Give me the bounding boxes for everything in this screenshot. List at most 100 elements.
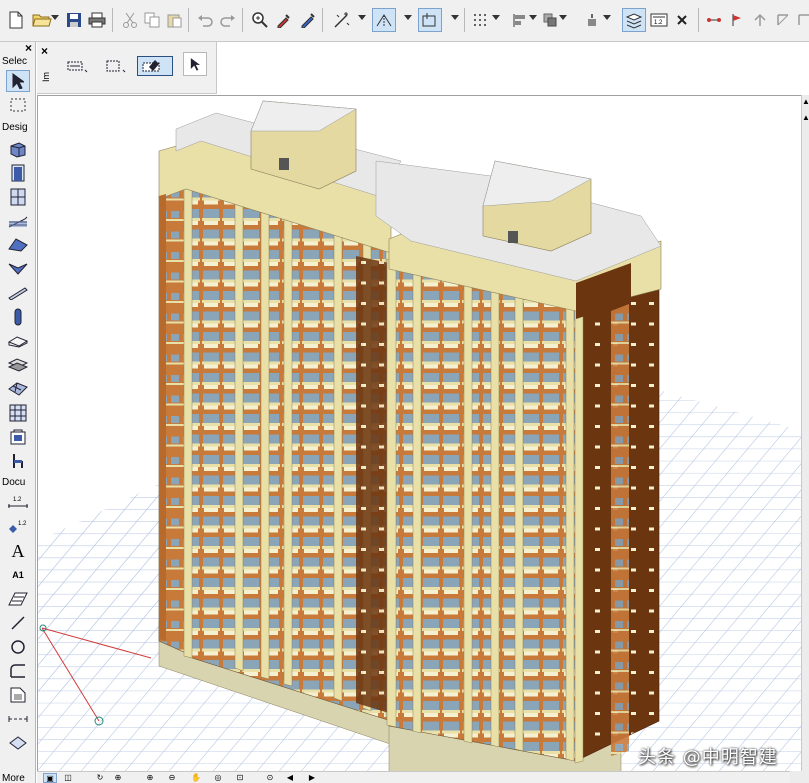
- magic-wand-dropdown-arrow[interactable]: [358, 15, 366, 20]
- grid-snap-icon[interactable]: [468, 8, 492, 32]
- marquee-tool-icon[interactable]: [6, 94, 30, 116]
- perspective-icon[interactable]: ◫: [61, 773, 75, 783]
- 3d-view-mode-icon[interactable]: ▣: [43, 773, 57, 783]
- save-icon[interactable]: [62, 8, 86, 32]
- object-tool-icon[interactable]: [6, 426, 30, 448]
- main-toolbar: 1.2: [0, 0, 809, 42]
- slab-tool-icon[interactable]: [6, 330, 30, 352]
- hotspot-tool-icon[interactable]: [6, 732, 30, 754]
- next-view-icon[interactable]: ▶: [305, 773, 319, 783]
- previous-view-icon[interactable]: ◀: [283, 773, 297, 783]
- label-tool-glyph: A1: [12, 570, 24, 580]
- zone-tool-icon[interactable]: [6, 354, 30, 376]
- label-tool-icon[interactable]: A1: [6, 564, 30, 586]
- view-navigation-bar: ▣ ◫ ↻ ⊕ ⊕ ⊖ ✋ ◎ ⊡ ⊙ ◀ ▶: [37, 771, 809, 783]
- arrow-pointer-icon[interactable]: [183, 52, 207, 76]
- print-icon[interactable]: [85, 8, 109, 32]
- horizontal-scroll-corner: [790, 771, 809, 783]
- layer-combination-icon[interactable]: [622, 8, 646, 32]
- detail-icon[interactable]: [792, 8, 809, 32]
- zoom-in-icon[interactable]: ⊕: [111, 773, 125, 783]
- beam-tool-icon[interactable]: [6, 282, 30, 304]
- dimension-tool-icon[interactable]: 1.2: [6, 492, 30, 514]
- dimension-standard-icon[interactable]: 1.2: [647, 8, 671, 32]
- scroll-up-icon[interactable]: ▲: [802, 97, 809, 107]
- zoom-window-icon[interactable]: ⊡: [233, 773, 247, 783]
- 3d-viewport[interactable]: [37, 95, 801, 775]
- polyline-tool-icon[interactable]: [6, 660, 30, 682]
- door-tool-icon[interactable]: [6, 162, 30, 184]
- mesh-tool-icon[interactable]: [6, 378, 30, 400]
- pan-icon[interactable]: ✋: [189, 773, 203, 783]
- trace-reference-icon[interactable]: [418, 8, 442, 32]
- info-box-panel: ×: [37, 42, 217, 94]
- distribute-dropdown-arrow[interactable]: [559, 15, 567, 20]
- zoom-in-plus-icon[interactable]: ⊕: [143, 773, 157, 783]
- vertical-scrollbar[interactable]: ▲ ▲: [801, 95, 809, 775]
- marquee-scope-icon[interactable]: [137, 56, 173, 76]
- toolbox-close-button[interactable]: ×: [22, 42, 35, 55]
- spline-tool-icon[interactable]: [6, 708, 30, 730]
- marquee-shape-icon[interactable]: [101, 56, 129, 76]
- distribute-icon[interactable]: [538, 8, 562, 32]
- toolbar-separator: [322, 8, 323, 32]
- fit-in-window-icon[interactable]: ◎: [211, 773, 225, 783]
- chair-object-icon[interactable]: [6, 450, 30, 472]
- scroll-marker-icon[interactable]: ▲: [802, 113, 809, 123]
- undo-icon[interactable]: [193, 8, 217, 32]
- align-dropdown-arrow[interactable]: [529, 15, 537, 20]
- gravity-dropdown-arrow[interactable]: [404, 15, 412, 20]
- open-folder-icon[interactable]: [30, 8, 54, 32]
- curtain-wall-tool-icon[interactable]: [6, 402, 30, 424]
- zoom-out-icon[interactable]: ⊖: [165, 773, 179, 783]
- wall-tool-icon[interactable]: [6, 138, 30, 160]
- find-select-icon[interactable]: [248, 8, 272, 32]
- right-tower[interactable]: [375, 160, 662, 775]
- paste-icon[interactable]: [162, 8, 186, 32]
- cut-icon[interactable]: [118, 8, 142, 32]
- orbit-icon[interactable]: ↻: [93, 773, 107, 783]
- eyedropper-icon[interactable]: [272, 8, 296, 32]
- elevation-marker-icon[interactable]: [725, 8, 749, 32]
- toolbox-section-select[interactable]: Selec: [2, 55, 36, 69]
- window-tool-icon[interactable]: [6, 186, 30, 208]
- delete-icon[interactable]: [670, 8, 694, 32]
- level-dimension-value-label: 1.2: [18, 521, 27, 527]
- 3d-model-canvas[interactable]: [38, 96, 801, 775]
- roof-tool-icon[interactable]: [6, 234, 30, 256]
- toolbox-section-document[interactable]: Docu: [2, 476, 36, 490]
- selection-method-icon[interactable]: [63, 56, 91, 76]
- interior-elevation-icon[interactable]: [748, 8, 772, 32]
- text-tool-icon[interactable]: A: [6, 540, 30, 562]
- align-icon[interactable]: [508, 8, 532, 32]
- info-box-close-button[interactable]: ×: [41, 44, 48, 58]
- magic-wand-icon[interactable]: [330, 8, 354, 32]
- figure-tool-icon[interactable]: [6, 684, 30, 706]
- copy-icon[interactable]: [140, 8, 164, 32]
- stair-tool-icon[interactable]: [6, 210, 30, 232]
- section-marker-icon[interactable]: [702, 8, 726, 32]
- level-dimension-tool-icon[interactable]: 1.2: [6, 516, 30, 538]
- info-box-vertical-label: Im: [41, 72, 51, 82]
- elevation-icon[interactable]: [580, 8, 604, 32]
- toolbox-section-more[interactable]: More: [2, 772, 36, 783]
- circle-tool-icon[interactable]: [6, 636, 30, 658]
- open-dropdown-arrow[interactable]: [51, 15, 59, 20]
- explore-icon[interactable]: ⊙: [263, 773, 277, 783]
- redo-icon[interactable]: [216, 8, 240, 32]
- shell-tool-icon[interactable]: [6, 258, 30, 280]
- elevation-dropdown-arrow[interactable]: [603, 15, 611, 20]
- toolbar-separator: [242, 8, 243, 32]
- left-tower[interactable]: [158, 100, 402, 747]
- gravity-icon[interactable]: [372, 8, 396, 32]
- grid-dropdown-arrow[interactable]: [492, 15, 500, 20]
- toolbox-section-design[interactable]: Desig: [2, 121, 36, 135]
- column-tool-icon[interactable]: [6, 306, 30, 328]
- toolbox-panel: × Selec Desig Docu 1.2 1.2 A A1 More: [0, 42, 36, 783]
- fill-tool-icon[interactable]: [6, 588, 30, 610]
- inject-icon[interactable]: [296, 8, 320, 32]
- trace-dropdown-arrow[interactable]: [451, 15, 459, 20]
- arrow-tool-icon[interactable]: [6, 70, 30, 92]
- line-tool-icon[interactable]: [6, 612, 30, 634]
- new-file-icon[interactable]: [4, 8, 28, 32]
